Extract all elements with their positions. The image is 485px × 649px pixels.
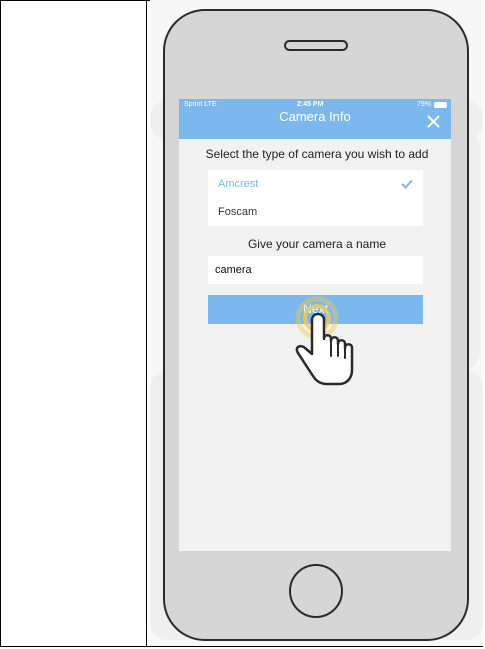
camera-option-foscam[interactable]: Foscam	[208, 198, 423, 226]
carrier-label: Sprint LTE	[184, 101, 217, 108]
camera-option-label: Amcrest	[218, 178, 259, 190]
checkmark-icon	[401, 179, 413, 189]
tap-gesture-icon	[295, 296, 354, 386]
camera-name-input[interactable]	[208, 256, 423, 284]
table-column-divider	[146, 0, 147, 647]
phone-speaker	[284, 40, 348, 51]
nav-bar: Sprint LTE 2:45 PM 79% Camera Info	[179, 99, 451, 139]
close-icon[interactable]	[427, 115, 440, 128]
camera-type-prompt: Select the type of camera you wish to ad…	[205, 147, 429, 161]
camera-type-list: Amcrest Foscam	[208, 170, 423, 226]
battery-percent: 79%	[416, 101, 431, 108]
camera-option-label: Foscam	[218, 206, 258, 218]
page-title: Camera Info	[279, 109, 351, 124]
camera-name-prompt: Give your camera a name	[247, 237, 387, 251]
camera-option-amcrest[interactable]: Amcrest	[208, 170, 423, 198]
status-time: 2:45 PM	[297, 101, 324, 108]
battery-icon	[434, 102, 447, 108]
home-button[interactable]	[289, 564, 343, 618]
